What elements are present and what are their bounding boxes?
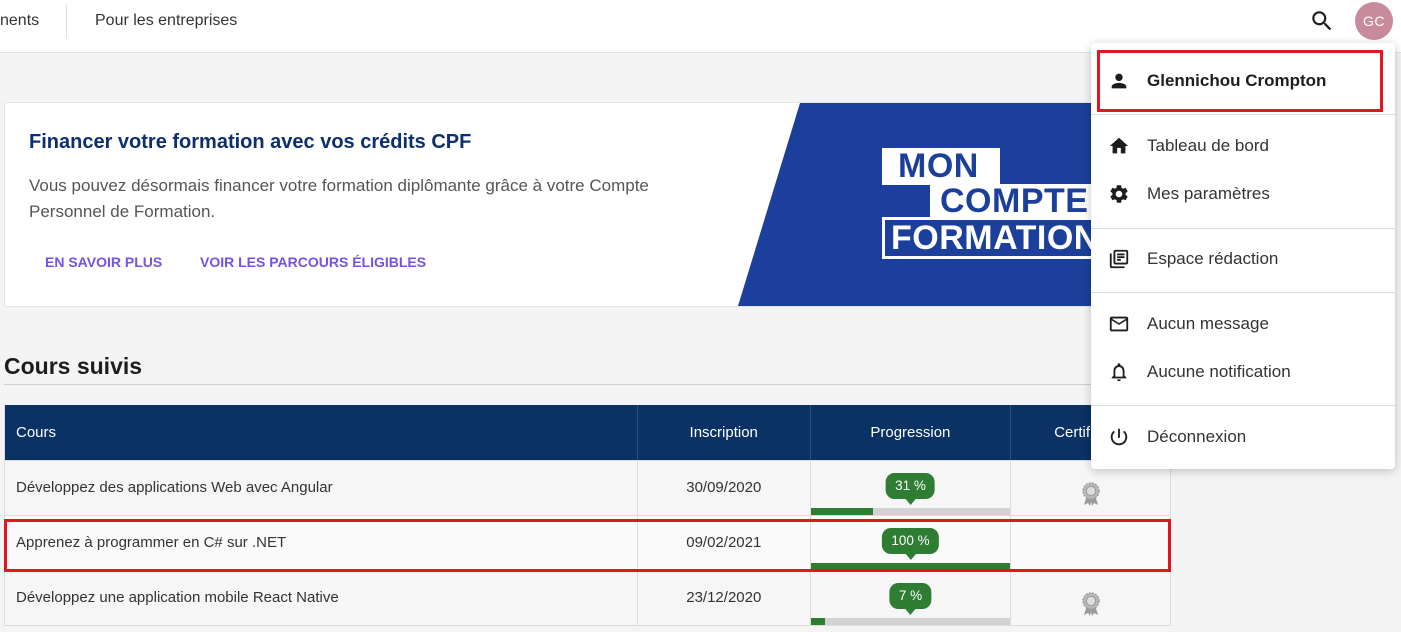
menu-divider	[1091, 114, 1395, 115]
menu-item-logout[interactable]: Déconnexion	[1091, 413, 1395, 461]
banner-body: Vous pouvez désormais financer votre for…	[29, 173, 649, 225]
gear-icon	[1108, 183, 1130, 205]
library-books-icon	[1108, 248, 1130, 270]
menu-item-label: Aucune notification	[1147, 362, 1291, 381]
menu-item-label: Aucun message	[1147, 314, 1269, 333]
table-row: Développez des applications Web avec Ang…	[5, 460, 1170, 515]
menu-item-label: Déconnexion	[1147, 427, 1247, 446]
menu-divider	[1091, 292, 1395, 293]
menu-divider	[1091, 405, 1395, 406]
user-menu: Glennichou Crompton Tableau de bord Mes …	[1091, 43, 1395, 469]
certificate-cell	[1010, 516, 1170, 570]
progress-cell: 7 %	[809, 571, 1011, 625]
column-header-enrollment: Inscription	[636, 405, 810, 460]
progress-bar-fill	[810, 563, 1011, 570]
progress-bar-fill	[810, 618, 825, 625]
bell-icon	[1108, 361, 1130, 383]
logo-line-formation: FORMATION	[882, 217, 1104, 259]
award-icon[interactable]	[1081, 475, 1100, 506]
certificate-cell	[1010, 461, 1170, 515]
nav-item-businesses[interactable]: Pour les entreprises	[95, 0, 237, 42]
learn-more-link[interactable]: EN SAVOIR PLUS	[45, 252, 162, 272]
course-title[interactable]: Développez une application mobile React …	[16, 589, 339, 606]
search-icon[interactable]	[1309, 8, 1335, 34]
table-row: Développez une application mobile React …	[5, 570, 1170, 625]
menu-item-messages[interactable]: Aucun message	[1091, 300, 1395, 348]
banner-body-line: Vous pouvez désormais financer votre for…	[29, 176, 649, 195]
progress-bar-fill	[810, 508, 873, 515]
nav-divider	[66, 4, 67, 38]
table-row: Apprenez à programmer en C# sur .NET 09/…	[5, 515, 1170, 570]
menu-item-dashboard[interactable]: Tableau de bord	[1091, 122, 1395, 170]
menu-item-label: Mes paramètres	[1147, 184, 1270, 203]
eligible-paths-link[interactable]: VOIR LES PARCOURS ÉLIGIBLES	[200, 252, 426, 272]
banner-body-line: Personnel de Formation.	[29, 202, 216, 221]
logo-line-mon: MON	[882, 148, 1000, 185]
progress-bar	[810, 618, 1011, 625]
logo-line-compte: COMPTE	[930, 184, 1105, 218]
certificate-cell	[1010, 571, 1170, 625]
progress-badge: 100 %	[882, 528, 939, 560]
progress-cell: 100 %	[809, 516, 1011, 570]
column-header-course: Cours	[16, 424, 57, 441]
course-title[interactable]: Apprenez à programmer en C# sur .NET	[16, 534, 286, 551]
menu-item-notifications[interactable]: Aucune notification	[1091, 348, 1395, 396]
home-icon	[1108, 135, 1130, 157]
award-icon[interactable]	[1081, 585, 1100, 616]
progress-badge: 31 %	[886, 473, 935, 505]
menu-divider	[1091, 228, 1395, 229]
section-divider	[4, 384, 1170, 385]
column-header-progress: Progression	[809, 405, 1011, 460]
progress-bar	[810, 508, 1011, 515]
banner-title: Financer votre formation avec vos crédit…	[29, 131, 472, 153]
course-title[interactable]: Développez des applications Web avec Ang…	[16, 479, 333, 496]
cpf-banner: Financer votre formation avec vos crédit…	[4, 102, 1170, 307]
courses-table: Cours Inscription Progression Certif Dév…	[4, 405, 1171, 626]
user-name: Glennichou Crompton	[1147, 71, 1327, 90]
enrollment-date: 09/02/2021	[636, 516, 810, 570]
progress-badge: 7 %	[889, 583, 932, 615]
nav-item-cut-off[interactable]: nents	[0, 0, 39, 42]
menu-user-profile[interactable]: Glennichou Crompton	[1091, 57, 1395, 105]
mail-icon	[1108, 313, 1130, 335]
enrollment-date: 30/09/2020	[636, 461, 810, 515]
section-title: Cours suivis	[4, 353, 143, 379]
enrollment-date: 23/12/2020	[636, 571, 810, 625]
menu-item-label: Tableau de bord	[1147, 136, 1269, 155]
menu-item-settings[interactable]: Mes paramètres	[1091, 170, 1395, 218]
progress-cell: 31 %	[809, 461, 1011, 515]
power-icon	[1108, 426, 1130, 448]
avatar[interactable]: GC	[1355, 2, 1393, 40]
menu-item-label: Espace rédaction	[1147, 249, 1279, 268]
person-icon	[1108, 70, 1130, 92]
progress-bar	[810, 563, 1011, 570]
menu-item-writing-space[interactable]: Espace rédaction	[1091, 235, 1395, 283]
table-header: Cours Inscription Progression Certif	[5, 405, 1170, 460]
